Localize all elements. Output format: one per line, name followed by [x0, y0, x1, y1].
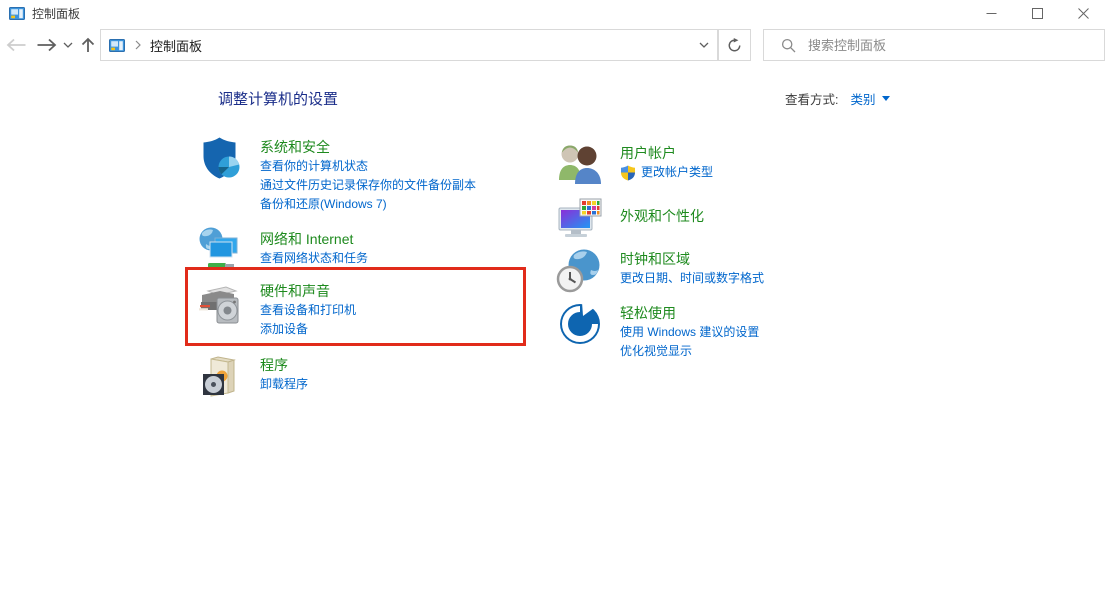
category-title[interactable]: 时钟和区域 [620, 249, 764, 269]
control-panel-icon [109, 38, 125, 52]
category-link[interactable]: 优化视觉显示 [620, 342, 759, 361]
security-shield-icon[interactable] [196, 134, 244, 182]
view-by-control: 查看方式: 类别 [785, 89, 890, 108]
user-accounts-icon[interactable] [556, 140, 604, 188]
page-title: 调整计算机的设置 [218, 91, 339, 108]
navigation-bar [0, 28, 100, 62]
category-link[interactable]: 查看网络状态和任务 [260, 249, 368, 268]
up-button[interactable] [76, 28, 100, 62]
up-arrow-icon [81, 37, 95, 52]
category-column-right: 用户帐户更改帐户类型外观和个性化时钟和区域更改日期、时间或数字格式轻松使用使用 … [556, 134, 764, 361]
category-title[interactable]: 程序 [260, 355, 308, 375]
category-title[interactable]: 系统和安全 [260, 137, 476, 157]
refresh-button[interactable] [718, 29, 751, 61]
category-title[interactable]: 外观和个性化 [620, 206, 704, 226]
maximize-icon [1031, 7, 1043, 19]
category-link-label: 查看设备和打印机 [260, 303, 357, 317]
category-link[interactable]: 备份和还原(Windows 7) [260, 195, 476, 214]
category-item-ease-of-access: 轻松使用使用 Windows 建议的设置 优化视觉显示 [556, 300, 764, 361]
category-text: 硬件和声音查看设备和打印机 添加设备 [260, 278, 356, 339]
category-link[interactable]: 添加设备 [260, 320, 356, 339]
breadcrumb[interactable]: 控制面板 [150, 36, 202, 55]
address-bar[interactable]: 控制面板 [100, 29, 718, 61]
address-dropdown-button[interactable] [691, 30, 717, 60]
category-column-left: 系统和安全查看你的计算机状态通过文件历史记录保存你的文件备份副本 备份和还原(Wi… [185, 134, 526, 400]
forward-arrow-icon [37, 38, 56, 52]
category-link-label: 查看你的计算机状态 [260, 159, 369, 173]
category-item-user-accounts: 用户帐户更改帐户类型 [556, 140, 764, 188]
category-link[interactable]: 使用 Windows 建议的设置 [620, 323, 759, 342]
category-link-label: 查看网络状态和任务 [260, 251, 369, 265]
refresh-icon [728, 37, 741, 51]
category-text: 时钟和区域更改日期、时间或数字格式 [620, 246, 764, 288]
ease-of-access-icon[interactable] [556, 300, 604, 348]
titlebar: 控制面板 [0, 0, 1106, 24]
hardware-sound-icon[interactable] [196, 278, 244, 326]
recent-locations-button[interactable] [60, 28, 76, 62]
chevron-down-icon [699, 42, 709, 48]
control-panel-icon [9, 6, 25, 20]
window-controls [968, 0, 1106, 26]
category-link-label: 通过文件历史记录保存你的文件备份副本 [260, 178, 477, 192]
category-item-clock-region: 时钟和区域更改日期、时间或数字格式 [556, 246, 764, 294]
category-link[interactable]: 卸载程序 [260, 375, 308, 394]
search-box[interactable] [763, 29, 1105, 61]
category-link[interactable]: 更改日期、时间或数字格式 [620, 269, 764, 288]
category-text: 网络和 Internet 查看网络状态和任务 [260, 226, 368, 268]
minimize-button[interactable] [968, 0, 1014, 26]
view-by-dropdown[interactable]: 类别 [850, 89, 890, 108]
category-text: 程序 卸载程序 [260, 352, 308, 394]
category-link-label: 更改日期、时间或数字格式 [620, 271, 765, 285]
programs-icon[interactable] [196, 352, 244, 400]
category-link-label: 使用 Windows 建议的设置 [620, 325, 760, 339]
clock-region-icon[interactable] [556, 246, 604, 294]
maximize-button[interactable] [1014, 0, 1060, 26]
category-link[interactable]: 查看你的计算机状态 [260, 157, 476, 176]
caret-down-icon [881, 96, 890, 101]
category-link[interactable]: 查看设备和打印机 [260, 301, 356, 320]
appearance-icon[interactable] [556, 196, 604, 244]
category-title[interactable]: 硬件和声音 [260, 281, 356, 301]
category-item-hardware-sound: 硬件和声音查看设备和打印机 添加设备 [185, 267, 526, 346]
close-button[interactable] [1060, 0, 1106, 26]
category-text: 外观和个性化 [620, 196, 704, 226]
search-input[interactable] [806, 36, 1104, 54]
view-by-label: 查看方式: [785, 93, 839, 107]
category-link-label: 卸载程序 [260, 377, 309, 391]
category-link-label: 更改帐户类型 [641, 165, 714, 179]
category-link[interactable]: 通过文件历史记录保存你的文件备份副本 [260, 176, 476, 195]
minimize-icon [986, 12, 996, 14]
category-link-label: 优化视觉显示 [620, 344, 693, 358]
category-text: 用户帐户更改帐户类型 [620, 140, 713, 182]
category-link[interactable]: 更改帐户类型 [620, 163, 713, 182]
category-columns: 系统和安全查看你的计算机状态通过文件历史记录保存你的文件备份副本 备份和还原(Wi… [185, 134, 764, 400]
category-item-appearance-personalization: 外观和个性化 [556, 196, 764, 244]
category-link-label: 备份和还原(Windows 7) [260, 197, 387, 211]
window-title: 控制面板 [32, 6, 81, 21]
category-title[interactable]: 网络和 Internet [260, 229, 368, 249]
search-icon [781, 38, 796, 53]
chevron-down-icon [63, 42, 73, 48]
category-item-system-security: 系统和安全查看你的计算机状态通过文件历史记录保存你的文件备份副本 备份和还原(Wi… [196, 134, 526, 214]
uac-shield-icon [620, 165, 636, 181]
back-arrow-icon [6, 38, 25, 52]
forward-button[interactable] [32, 28, 60, 62]
category-item-programs: 程序 卸载程序 [196, 352, 526, 400]
category-link-label: 添加设备 [260, 322, 309, 336]
close-icon [1077, 7, 1089, 19]
category-text: 轻松使用使用 Windows 建议的设置 优化视觉显示 [620, 300, 759, 361]
back-button[interactable] [2, 28, 30, 62]
category-title[interactable]: 轻松使用 [620, 303, 759, 323]
category-title[interactable]: 用户帐户 [620, 143, 713, 163]
view-by-value: 类别 [850, 93, 876, 107]
category-text: 系统和安全查看你的计算机状态通过文件历史记录保存你的文件备份副本 备份和还原(Wi… [260, 134, 476, 214]
breadcrumb-chevron-icon[interactable] [135, 40, 141, 50]
